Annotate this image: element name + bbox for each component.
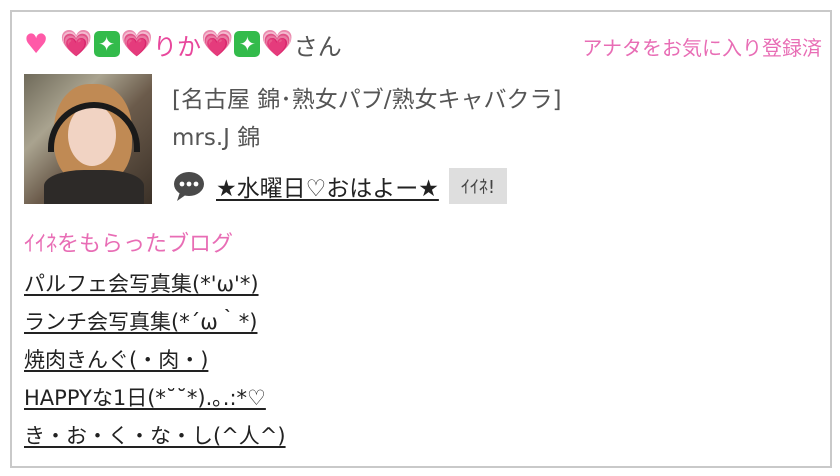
pink-heart-icon: 💗 [200, 29, 234, 59]
favorite-status-link[interactable]: アナタをお気に入り登録済 [582, 32, 822, 61]
shop-category: [名古屋 錦･熟女パブ/熟女キャバクラ] [172, 87, 562, 113]
profile-section: [名古屋 錦･熟女パブ/熟女キャバクラ] mrs.J 錦 ★水曜日♡おはよー★ … [24, 74, 822, 206]
like-button[interactable]: ｲｲﾈ! [448, 168, 508, 204]
user-name-text: りか [152, 32, 201, 61]
pink-heart-icon: 💗 [120, 29, 153, 59]
liked-blogs-title: ｲｲﾈをもらったブログ [24, 232, 234, 257]
pink-heart-icon: 💗 [60, 29, 93, 59]
list-item: 焼肉きんぐ(・肉・) [24, 344, 286, 382]
pink-heart-icon: 💗 [261, 29, 294, 59]
heart-icon: ♥ [24, 28, 49, 60]
honorific: さん [293, 32, 342, 61]
liked-blogs-list: パルフェ会写真集(*'ω'*) ランチ会写真集(*´ω｀*) 焼肉きんぐ(・肉・… [24, 268, 286, 458]
list-item: パルフェ会写真集(*'ω'*) [24, 268, 286, 306]
sparkle-icon: ✦ [93, 31, 120, 57]
list-item: き・お・く・な・し(^人^) [24, 420, 286, 458]
blog-link[interactable]: 焼肉きんぐ(・肉・) [24, 348, 208, 372]
blog-link[interactable]: パルフェ会写真集(*'ω'*) [24, 272, 259, 296]
blog-link[interactable]: HAPPYな1日(*˘˘*).｡.:*♡ [24, 386, 266, 410]
sparkle-icon: ✦ [234, 31, 261, 57]
list-item: ランチ会写真集(*´ω｀*) [24, 306, 286, 344]
user-card: ♥ 💗 ✦ 💗 りか 💗 ✦ 💗 さん アナタをお気に入り登録済 [名古屋 錦･… [10, 10, 832, 468]
user-name: ♥ 💗 ✦ 💗 りか 💗 ✦ 💗 さん [24, 26, 342, 62]
latest-post-row: ★水曜日♡おはよー★ ｲｲﾈ! [172, 168, 508, 204]
list-item: HAPPYな1日(*˘˘*).｡.:*♡ [24, 382, 286, 420]
latest-post-link[interactable]: ★水曜日♡おはよー★ [216, 169, 439, 203]
shop-name: mrs.J 錦 [172, 125, 261, 151]
card-header: ♥ 💗 ✦ 💗 りか 💗 ✦ 💗 さん アナタをお気に入り登録済 [24, 26, 822, 62]
avatar[interactable] [24, 74, 152, 204]
blog-link[interactable]: き・お・く・な・し(^人^) [24, 424, 286, 448]
speech-bubble-icon [174, 172, 204, 201]
blog-link[interactable]: ランチ会写真集(*´ω｀*) [24, 310, 257, 334]
